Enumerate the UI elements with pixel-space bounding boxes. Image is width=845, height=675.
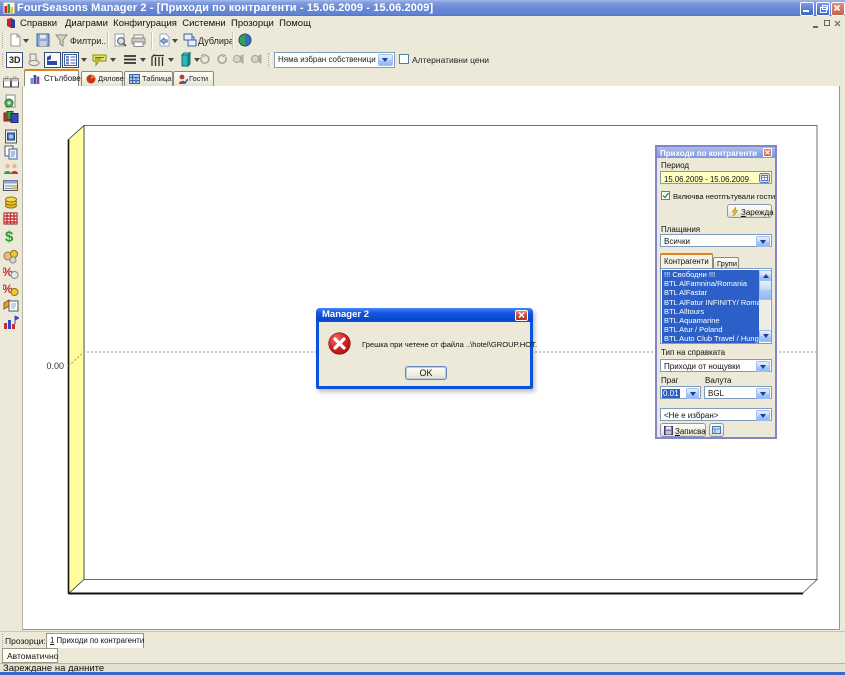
svg-text:13: 13 <box>13 76 17 80</box>
svg-text:$: $ <box>5 229 14 245</box>
svg-text:12: 12 <box>5 76 9 80</box>
svg-text:0.00: 0.00 <box>46 361 64 371</box>
